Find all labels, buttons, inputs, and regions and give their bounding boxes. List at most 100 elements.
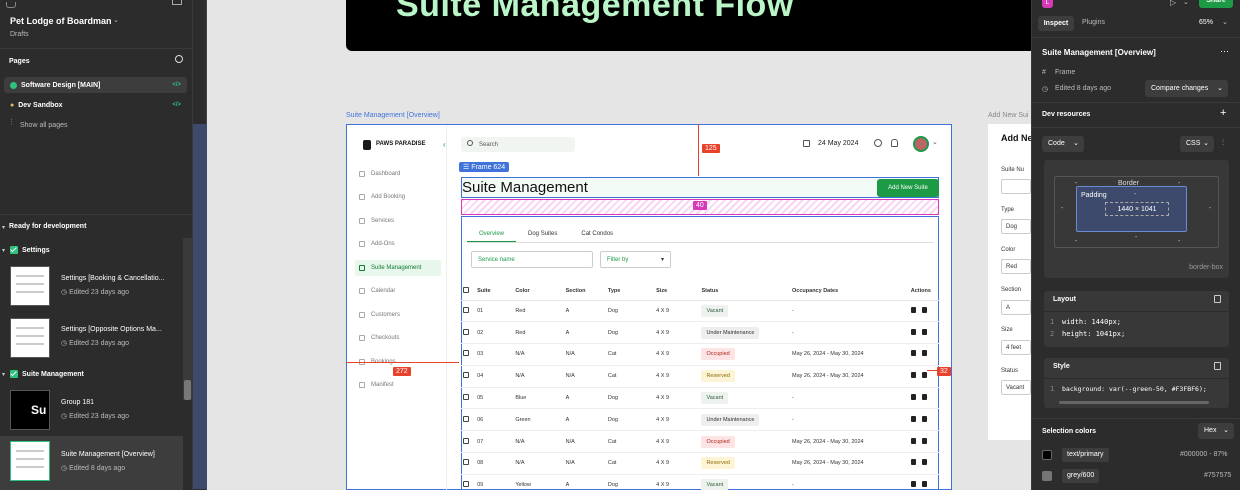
zoom-level[interactable]: 65% [1199,19,1213,26]
copy-icon[interactable] [1214,362,1221,370]
checkbox-icon[interactable] [463,350,469,357]
edit-icon[interactable] [910,415,916,422]
nav-suite-management[interactable]: Suite Management [355,260,441,276]
table-row[interactable]: 06 Green A Dog 4 X 9 Under Maintenance - [461,408,939,432]
frame-624-label[interactable]: ☰ Frame 624 [459,162,510,172]
menu-icon[interactable] [6,2,16,8]
more-icon[interactable]: ⋯ [1220,46,1229,57]
page-item-software-design[interactable]: Software Design [MAIN] </> [4,77,187,93]
color-format-select[interactable]: Hex ⌄ [1198,423,1234,439]
trash-icon[interactable] [921,372,927,379]
checkbox-icon[interactable] [463,286,469,293]
table-row[interactable]: 05 Blue A Dog 4 X 9 Vacant - [461,387,939,410]
scrollbar-thumb[interactable] [184,380,191,400]
add-suite-form-frame[interactable]: Add Ne Suite Nu Type Dog Color Red Secti… [988,124,1031,440]
edit-icon[interactable] [910,459,916,466]
tab-cat-condos[interactable]: Cat Condos [569,226,625,242]
checkbox-icon[interactable] [463,437,469,444]
checkbox-icon[interactable] [463,306,469,313]
edit-icon[interactable] [910,306,916,313]
checkbox-icon[interactable] [463,372,469,379]
avatar[interactable]: L [1042,0,1053,8]
checkbox-icon[interactable] [463,481,469,488]
checkbox-icon[interactable] [463,459,469,466]
table-row[interactable]: 07 N/A N/A Cat 4 X 9 Occupied May 26, 2024 - M… [461,430,939,454]
nav-calendar[interactable]: Calendar [355,283,441,299]
language-select[interactable]: CSS ⌄ [1180,136,1214,152]
nav-dashboard[interactable]: Dashboard [355,166,441,182]
trash-icon[interactable] [921,481,927,488]
show-all-pages-link[interactable]: Show all pages [20,122,67,129]
app-search-input[interactable]: Search [461,137,575,152]
design-canvas[interactable]: Suite Management Flow Suite Management [… [207,0,1031,490]
row-checkbox-cell[interactable] [461,300,476,323]
edit-icon[interactable] [910,350,916,357]
table-row[interactable]: 09 Yellow A Dog 4 X 9 Vacant - [461,474,939,490]
checkbox-icon[interactable] [463,394,469,401]
chevron-down-icon[interactable]: ⌄ [1222,18,1228,26]
form-field[interactable]: Dog [1001,219,1031,234]
table-row[interactable]: 03 N/A N/A Cat 4 X 9 Occupied May 26, 2024 - M… [461,343,939,366]
trash-icon[interactable] [921,394,927,401]
row-checkbox-cell[interactable] [461,474,476,490]
frame-label-2[interactable]: Add New Sui [988,112,1028,119]
play-icon[interactable]: ▷ [1170,0,1176,7]
trash-icon[interactable] [921,328,927,335]
chevron-down-icon[interactable]: ⌄ [113,16,119,24]
copy-icon[interactable] [1214,295,1221,303]
edit-icon[interactable] [910,372,916,379]
row-checkbox-cell[interactable] [461,430,476,454]
avatar[interactable] [913,136,929,152]
search-icon[interactable] [175,55,183,63]
edit-icon[interactable] [910,437,916,444]
table-row[interactable]: 04 N/A N/A Cat 4 X 9 Reserved May 26, 2024 - M… [461,365,939,388]
edit-icon[interactable] [910,394,916,401]
row-checkbox-cell[interactable] [461,321,476,345]
nav-manifest[interactable]: Manifest [355,377,441,393]
horizontal-scrollbar[interactable] [1059,401,1209,404]
form-field[interactable]: A [1001,300,1031,315]
color-token-value[interactable]: #000000 - 87% [1180,451,1227,458]
list-item-title[interactable]: Group 181 [61,399,94,406]
table-row[interactable]: 08 N/A N/A Cat 4 X 9 Reserved May 26, 2024 - M… [461,452,939,475]
code-select[interactable]: Code ⌄ [1042,136,1084,152]
form-field[interactable]: Red [1001,259,1031,274]
frame-label[interactable]: Suite Management [Overview] [346,112,440,119]
trash-icon[interactable] [921,415,927,422]
share-button[interactable]: Share [1199,0,1233,8]
tab-plugins[interactable]: Plugins [1082,19,1105,26]
checkbox-icon[interactable] [463,415,469,422]
color-token-name[interactable]: text/primary [1062,448,1109,462]
suite-management-frame[interactable]: PAWS PARADISE ‹ Dashboard Add Booking Se… [346,124,952,490]
color-token-name[interactable]: grey/600 [1062,469,1100,483]
plus-icon[interactable]: + [1220,107,1226,119]
trash-icon[interactable] [921,306,927,313]
form-field[interactable] [1001,179,1031,194]
caret-down-icon[interactable]: ▾ [2,247,5,254]
trash-icon[interactable] [921,437,927,444]
caret-down-icon[interactable]: ▾ [2,224,5,231]
add-new-suite-button[interactable]: Add New Suite [877,179,939,197]
row-checkbox-cell[interactable] [461,343,476,366]
table-row[interactable]: 01 Red A Dog 4 X 9 Vacant - [461,300,939,323]
project-name[interactable]: Pet Lodge of Boardman [10,16,112,26]
service-name-input[interactable]: Service name [471,251,593,268]
nav-services[interactable]: Services [355,213,441,229]
page-item-dev-sandbox[interactable]: ● Dev Sandbox </> [4,97,187,113]
list-item-title[interactable]: Settings [Booking & Cancellatio... [61,275,165,282]
filter-by-select[interactable]: Filter by ▾ [600,251,671,268]
table-row[interactable]: 02 Red A Dog 4 X 9 Under Maintenance - [461,321,939,345]
compare-changes-button[interactable]: Compare changes ⌄ [1145,80,1228,97]
nav-add-booking[interactable]: Add Booking [355,189,441,205]
gear-icon[interactable] [874,139,882,147]
scrollbar[interactable] [183,238,192,400]
nav-checkouts[interactable]: Checkouts [355,330,441,346]
edit-icon[interactable] [910,481,916,488]
collapse-icon[interactable]: ‹ [443,140,446,149]
sidebar-toggle-icon[interactable] [172,0,182,5]
nav-customers[interactable]: Customers [355,307,441,323]
group-settings[interactable]: Settings [10,246,50,254]
bell-icon[interactable] [891,139,898,147]
row-checkbox-cell[interactable] [461,408,476,432]
checkbox-icon[interactable] [463,328,469,335]
